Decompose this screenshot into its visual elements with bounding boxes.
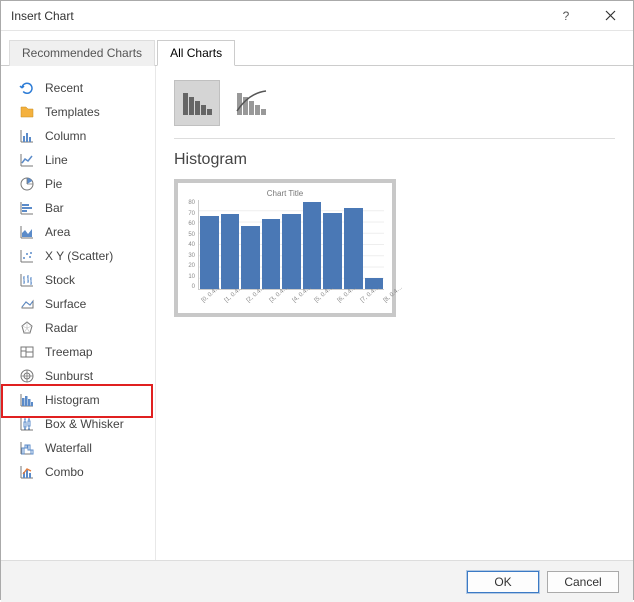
- chart-type-label: Combo: [45, 465, 84, 479]
- histogram-icon: [19, 392, 35, 408]
- chart-type-label: Treemap: [45, 345, 93, 359]
- tab-all-charts[interactable]: All Charts: [157, 40, 235, 66]
- area-icon: [19, 224, 35, 240]
- button-label: Cancel: [564, 575, 601, 589]
- chart-bar: [221, 214, 240, 289]
- chart-type-pie[interactable]: Pie: [13, 172, 155, 196]
- stock-icon: [19, 272, 35, 288]
- svg-text:?: ?: [562, 10, 569, 22]
- chart-type-label: Sunburst: [45, 369, 93, 383]
- main-panel: Histogram Chart Title 80 70 60 50 40 30 20 10 0 …: [156, 66, 633, 560]
- y-tick: 0: [186, 284, 195, 290]
- chart-type-label: X Y (Scatter): [45, 249, 113, 263]
- chart-type-column[interactable]: Column: [13, 124, 155, 148]
- templates-icon: [19, 104, 35, 120]
- column-icon: [19, 128, 35, 144]
- chart-type-templates[interactable]: Templates: [13, 100, 155, 124]
- y-tick: 80: [186, 200, 195, 206]
- dialog-content: Recent Templates Column Line: [1, 66, 633, 560]
- chart-type-bar[interactable]: Bar: [13, 196, 155, 220]
- chart-plot-area: 80 70 60 50 40 30 20 10 0: [186, 200, 384, 290]
- tab-label: Recommended Charts: [22, 46, 142, 60]
- y-tick: 70: [186, 211, 195, 217]
- tab-recommended-charts[interactable]: Recommended Charts: [9, 40, 155, 66]
- chart-type-surface[interactable]: Surface: [13, 292, 155, 316]
- chart-title: Chart Title: [186, 189, 384, 198]
- recent-icon: [19, 80, 35, 96]
- chart-type-sidebar: Recent Templates Column Line: [1, 66, 156, 560]
- chart-bar: [241, 226, 260, 289]
- chart-type-scatter[interactable]: X Y (Scatter): [13, 244, 155, 268]
- chart-type-label: Column: [45, 129, 86, 143]
- close-button[interactable]: [588, 1, 633, 31]
- chart-type-treemap[interactable]: Treemap: [13, 340, 155, 364]
- chart-type-label: Area: [45, 225, 70, 239]
- chart-type-label: Surface: [45, 297, 86, 311]
- chart-type-radar[interactable]: Radar: [13, 316, 155, 340]
- dialog-footer: OK Cancel: [1, 560, 633, 602]
- chart-bar: [303, 202, 322, 289]
- chart-type-label: Pie: [45, 177, 62, 191]
- box-whisker-icon: [19, 416, 35, 432]
- button-label: OK: [494, 575, 511, 589]
- y-tick: 20: [186, 263, 195, 269]
- radar-icon: [19, 320, 35, 336]
- chart-type-label: Stock: [45, 273, 75, 287]
- combo-icon: [19, 464, 35, 480]
- chart-bar: [323, 213, 342, 289]
- bar-icon: [19, 200, 35, 216]
- window-title: Insert Chart: [11, 9, 543, 23]
- sunburst-icon: [19, 368, 35, 384]
- chart-type-label: Box & Whisker: [45, 417, 124, 431]
- chart-type-waterfall[interactable]: Waterfall: [13, 436, 155, 460]
- waterfall-icon: [19, 440, 35, 456]
- subtype-histogram[interactable]: [174, 80, 220, 126]
- chart-type-label: Radar: [45, 321, 78, 335]
- line-icon: [19, 152, 35, 168]
- surface-icon: [19, 296, 35, 312]
- chart-type-label: Bar: [45, 201, 64, 215]
- x-axis: [0, 0.4…[1, 0.4…[2, 0.4…[3, 0.4…[4, 0.4……: [198, 290, 384, 306]
- y-axis: 80 70 60 50 40 30 20 10 0: [186, 200, 198, 290]
- chart-type-label: Recent: [45, 81, 83, 95]
- chart-type-histogram[interactable]: Histogram: [13, 388, 155, 412]
- tab-label: All Charts: [170, 46, 222, 60]
- chart-type-box-whisker[interactable]: Box & Whisker: [13, 412, 155, 436]
- chart-bar: [262, 219, 281, 289]
- pie-icon: [19, 176, 35, 192]
- chart-type-label: Histogram: [45, 393, 100, 407]
- chart-type-recent[interactable]: Recent: [13, 76, 155, 100]
- cancel-button[interactable]: Cancel: [547, 571, 619, 593]
- chart-type-area[interactable]: Area: [13, 220, 155, 244]
- y-tick: 30: [186, 253, 195, 259]
- y-tick: 60: [186, 221, 195, 227]
- chart-bar: [344, 208, 363, 289]
- y-tick: 40: [186, 242, 195, 248]
- chart-type-sunburst[interactable]: Sunburst: [13, 364, 155, 388]
- section-title: Histogram: [174, 151, 615, 169]
- chart-type-label: Line: [45, 153, 68, 167]
- plot: [198, 200, 384, 290]
- subtype-pareto[interactable]: [228, 80, 274, 126]
- chart-bar: [200, 216, 219, 289]
- chart-bar: [282, 214, 301, 289]
- help-button[interactable]: ?: [543, 1, 588, 31]
- scatter-icon: [19, 248, 35, 264]
- chart-type-label: Templates: [45, 105, 100, 119]
- chart-type-line[interactable]: Line: [13, 148, 155, 172]
- ok-button[interactable]: OK: [467, 571, 539, 593]
- title-bar: Insert Chart ?: [1, 1, 633, 31]
- chart-preview[interactable]: Chart Title 80 70 60 50 40 30 20 10 0 [0, 0.4…[1…: [174, 179, 396, 317]
- tab-strip: Recommended Charts All Charts: [1, 31, 633, 66]
- y-tick: 10: [186, 274, 195, 280]
- chart-subtype-row: [174, 80, 615, 139]
- chart-type-combo[interactable]: Combo: [13, 460, 155, 484]
- y-tick: 50: [186, 232, 195, 238]
- x-tick: [8, 0.4…: [382, 285, 403, 304]
- chart-type-stock[interactable]: Stock: [13, 268, 155, 292]
- treemap-icon: [19, 344, 35, 360]
- chart-type-label: Waterfall: [45, 441, 92, 455]
